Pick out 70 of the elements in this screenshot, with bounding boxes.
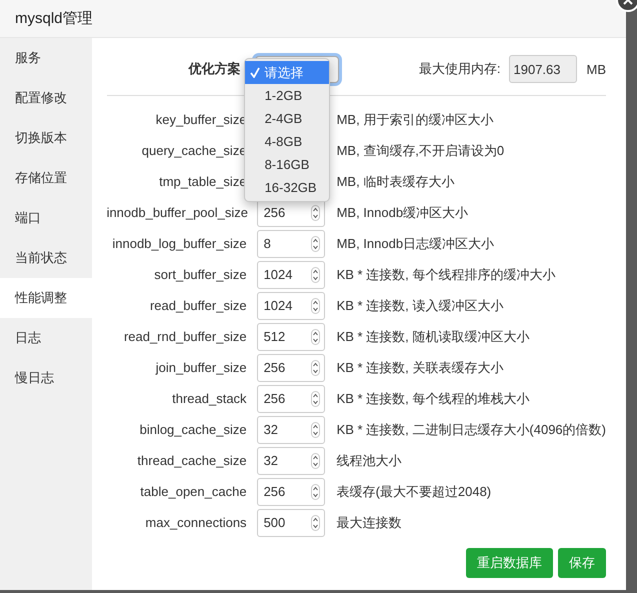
number-field[interactable]: 512 xyxy=(256,322,325,350)
setting-note: MB, Innodb日志缓冲区大小 xyxy=(336,234,494,252)
setting-label: table_open_cache xyxy=(139,484,247,499)
spinner-icon[interactable] xyxy=(310,328,320,344)
number-field[interactable]: 500 xyxy=(256,508,325,536)
setting-label: binlog_cache_size xyxy=(138,422,247,437)
setting-label: read_rnd_buffer_size xyxy=(122,329,247,344)
number-field[interactable]: 32 xyxy=(256,416,325,444)
window-title: mysqld管理 xyxy=(0,0,626,38)
spinner-icon[interactable] xyxy=(310,266,320,282)
sidebar-item[interactable]: 慢日志 xyxy=(0,358,92,398)
spinner-icon[interactable] xyxy=(310,360,320,376)
dropdown-option[interactable]: 1-2GB xyxy=(244,84,329,107)
number-field[interactable]: 256 xyxy=(256,354,325,382)
sidebar-item[interactable]: 切换版本 xyxy=(0,118,92,158)
setting-label: max_connections xyxy=(144,515,247,530)
dropdown-option[interactable]: 8-16GB xyxy=(244,153,329,176)
setting-label: key_buffer_size xyxy=(154,112,247,127)
setting-label: sort_buffer_size xyxy=(153,267,247,282)
number-field[interactable]: 32 xyxy=(256,446,325,474)
setting-label: thread_cache_size xyxy=(136,453,247,468)
setting-label: innodb_log_buffer_size xyxy=(111,236,247,251)
spinner-icon[interactable] xyxy=(310,514,320,530)
number-field[interactable]: 8 xyxy=(256,230,325,258)
setting-note: MB, 临时表缓存大小 xyxy=(336,172,454,190)
setting-note: KB * 连接数, 每个线程排序的缓冲大小 xyxy=(336,266,556,284)
setting-label: innodb_buffer_pool_size xyxy=(106,205,247,220)
plan-label: 优化方案 xyxy=(187,60,241,78)
setting-note: KB * 连接数, 每个线程的堆栈大小 xyxy=(336,390,530,408)
setting-note: MB, Innodb缓冲区大小 xyxy=(336,204,468,222)
spinner-icon[interactable] xyxy=(310,422,320,438)
spinner-icon[interactable] xyxy=(310,452,320,468)
number-field[interactable]: 1024 xyxy=(256,292,325,320)
setting-note: 最大连接数 xyxy=(336,514,402,532)
dropdown-option[interactable]: 2-4GB xyxy=(244,107,329,130)
sidebar-item[interactable]: 配置修改 xyxy=(0,78,92,118)
setting-note: KB * 连接数, 读入缓冲区大小 xyxy=(336,296,504,314)
memory-label: 最大使用内存: xyxy=(418,60,500,78)
setting-note: 表缓存(最大不要超过2048) xyxy=(336,482,492,500)
setting-label: thread_stack xyxy=(171,391,247,406)
number-field[interactable]: 1024 xyxy=(256,260,325,288)
sidebar-item[interactable]: 服务 xyxy=(0,38,92,78)
sidebar-item[interactable]: 性能调整 xyxy=(0,278,92,318)
check-icon xyxy=(250,67,260,78)
setting-label: read_buffer_size xyxy=(148,298,247,313)
spinner-icon[interactable] xyxy=(310,390,320,406)
setting-label: query_cache_size xyxy=(140,143,247,158)
setting-label: join_buffer_size xyxy=(154,360,247,375)
spinner-icon[interactable] xyxy=(310,484,320,500)
setting-note: KB * 连接数, 二进制日志缓存大小(4096的倍数) xyxy=(336,420,606,438)
setting-note: MB, 查询缓存,不开启请设为0 xyxy=(336,142,504,160)
setting-note: 线程池大小 xyxy=(336,452,402,470)
sidebar-item[interactable]: 端口 xyxy=(0,198,92,238)
spinner-icon[interactable] xyxy=(310,204,320,220)
setting-label: tmp_table_size xyxy=(158,174,247,189)
number-field[interactable]: 256 xyxy=(256,384,325,412)
spinner-icon[interactable] xyxy=(310,298,320,314)
setting-note: MB, 用于索引的缓冲区大小 xyxy=(336,110,494,128)
spinner-icon[interactable] xyxy=(310,236,320,252)
dropdown-option[interactable]: 4-8GB xyxy=(244,130,329,153)
memory-field[interactable]: 1907.63 xyxy=(508,55,576,83)
dropdown-option[interactable]: 请选择 xyxy=(244,61,329,84)
sidebar-item[interactable]: 存储位置 xyxy=(0,158,92,198)
number-field[interactable]: 256 xyxy=(256,478,325,506)
setting-note: KB * 连接数, 关联表缓存大小 xyxy=(336,358,504,376)
memory-unit: MB xyxy=(586,62,606,76)
sidebar-item[interactable]: 日志 xyxy=(0,318,92,358)
sidebar-item[interactable]: 当前状态 xyxy=(0,238,92,278)
setting-note: KB * 连接数, 随机读取缓冲区大小 xyxy=(336,328,530,346)
dropdown-option[interactable]: 16-32GB xyxy=(244,176,329,199)
